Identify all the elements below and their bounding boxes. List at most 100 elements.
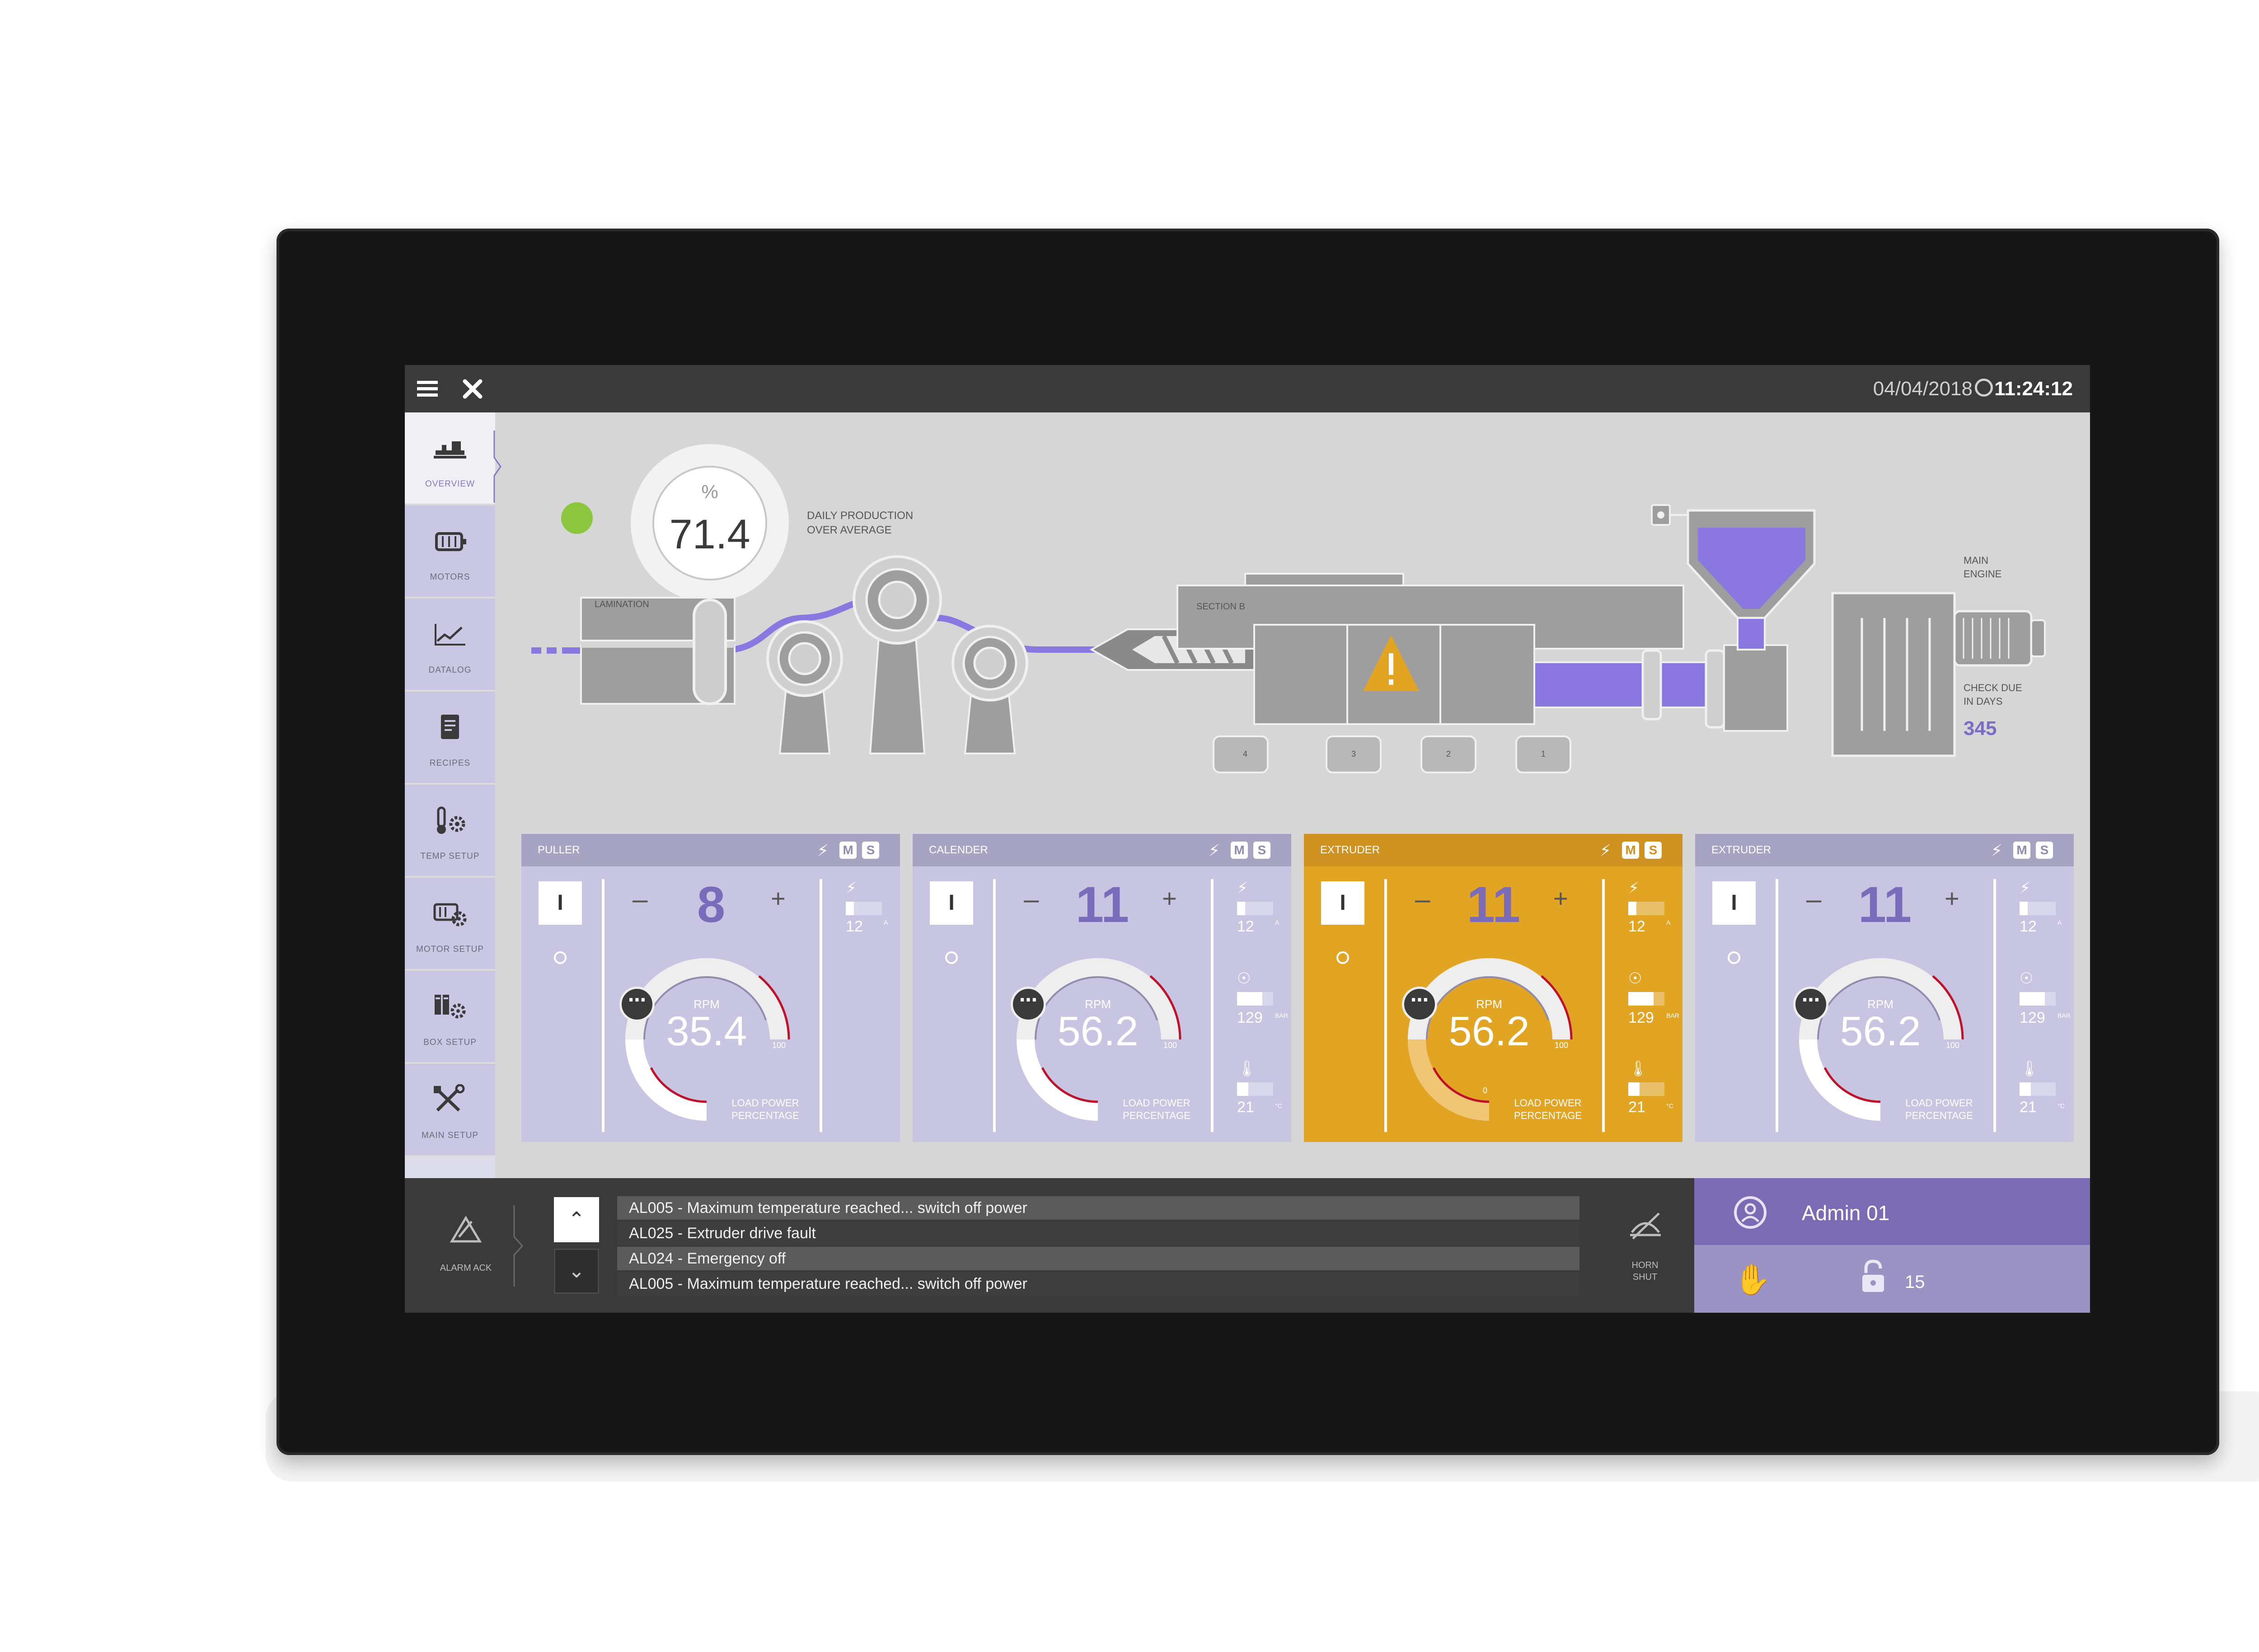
panel-divider (1384, 879, 1387, 1132)
more-options-button[interactable]: ⋯ (619, 987, 655, 1022)
rpm-value: 56.2 (1840, 1008, 1921, 1054)
temp-value: 21 (1628, 1099, 1645, 1116)
heater-zones (1213, 735, 1571, 773)
power-meter-bar (1237, 902, 1273, 915)
thermometer-icon: 🌡 (1628, 1060, 1648, 1077)
pressure-unit: BAR (2057, 1012, 2071, 1019)
pressure-value: 129 (1237, 1009, 1263, 1026)
stop-button[interactable] (1728, 951, 1740, 964)
start-button[interactable]: I (1321, 881, 1364, 925)
manual-mode-button[interactable]: M (1622, 842, 1639, 859)
tools-icon (432, 1082, 468, 1118)
alarm-ack-icon (450, 1216, 482, 1243)
panel-divider (1211, 879, 1214, 1132)
pressure-unit: BAR (1275, 1012, 1288, 1019)
panel-title: EXTRUDER (1711, 844, 1772, 856)
check-due-label-line-1: CHECK DUE (1964, 682, 2022, 693)
decrement-button[interactable]: – (1024, 884, 1039, 915)
start-button[interactable]: I (930, 881, 973, 925)
main-engine (1831, 592, 2046, 757)
setup-mode-button[interactable]: S (1645, 842, 1662, 859)
pressure-value: 129 (2020, 1009, 2045, 1026)
more-options-button[interactable]: ⋯ (1402, 987, 1437, 1022)
alarm-ack-button[interactable]: ALARM ACK (405, 1178, 524, 1313)
sidebar-item-main-setup[interactable]: MAIN SETUP (405, 1064, 495, 1155)
sidebar-item-label: MOTOR SETUP (416, 945, 484, 954)
power-meter-unit: A (884, 919, 888, 926)
heater-zone-1-label: 1 (1541, 749, 1546, 758)
alarm-row[interactable]: AL005 - Maximum temperature reached... s… (617, 1196, 1579, 1220)
more-options-button[interactable]: ⋯ (1011, 987, 1046, 1022)
manual-mode-button[interactable]: M (1231, 842, 1248, 859)
stop-button[interactable] (1336, 951, 1349, 964)
box-gear-icon (432, 989, 468, 1025)
power-meter-value: 12 (1628, 918, 1645, 935)
panel-divider (1993, 879, 1996, 1132)
alarm-scroll-up-button[interactable]: ⌃ (554, 1197, 599, 1242)
power-meter-value: 12 (846, 918, 863, 935)
panel-divider (1602, 879, 1605, 1132)
alarm-row[interactable]: AL024 - Emergency off (617, 1247, 1579, 1270)
lamination-label: LAMINATION (595, 599, 649, 609)
rpm-value: 56.2 (1057, 1008, 1139, 1054)
load-label-line-2: PERCENTAGE (1905, 1110, 1973, 1121)
pressure-icon: ☉ (1628, 970, 1642, 987)
alarm-scroll-down-button[interactable]: ⌄ (554, 1249, 599, 1294)
stop-button[interactable] (554, 951, 567, 964)
increment-button[interactable]: + (1945, 884, 1959, 913)
drive-panel: CALENDER ⚡ M S I –11 + RPM 56.2 100 LOAD POWER PERC… (913, 834, 1291, 1142)
pressure-unit: BAR (1666, 1012, 1679, 1019)
setup-mode-button[interactable]: S (1253, 842, 1270, 859)
sidebar-item-motor-setup[interactable]: MOTOR SETUP (405, 878, 495, 969)
section-b-label: SECTION B (1196, 602, 1245, 612)
start-button[interactable]: I (1712, 881, 1756, 925)
hand-icon[interactable]: ✋ (1734, 1262, 1771, 1297)
rpm-value: 56.2 (1448, 1008, 1530, 1054)
sidebar-item-label: BOX SETUP (423, 1038, 477, 1047)
power-meter-unit: A (1275, 919, 1279, 926)
decrement-button[interactable]: – (1806, 884, 1821, 915)
decrement-button[interactable]: – (633, 884, 647, 915)
sidebar-item-box-setup[interactable]: BOX SETUP (405, 971, 495, 1062)
pressure-meter-bar (1628, 992, 1664, 1006)
panel-header: EXTRUDER ⚡ M S (1304, 834, 1683, 866)
temp-value: 21 (1237, 1099, 1254, 1116)
temp-meter-bar (2020, 1082, 2056, 1096)
user-account-button[interactable]: Admin 01 (1694, 1178, 2090, 1245)
alarm-row[interactable]: AL025 - Extruder drive fault (617, 1221, 1579, 1245)
stop-button[interactable] (945, 951, 958, 964)
pressure-icon: ☉ (1237, 970, 1251, 987)
start-button[interactable]: I (539, 881, 582, 925)
bottom-bar: ALARM ACK ⌃ ⌄ AL005 - Maximum temperatur… (405, 1178, 2090, 1313)
decrement-button[interactable]: – (1415, 884, 1430, 915)
load-power-label: LOAD POWER PERCENTAGE (1116, 1097, 1197, 1122)
setup-mode-button[interactable]: S (2036, 842, 2053, 859)
manual-mode-button[interactable]: M (2013, 842, 2030, 859)
power-icon: ⚡ (1599, 841, 1611, 860)
more-options-button[interactable]: ⋯ (1793, 987, 1828, 1022)
panel-title: CALENDER (929, 844, 988, 856)
main-engine-label-line-1: MAIN (1964, 555, 1988, 566)
panel-header: PULLER ⚡ M S (521, 834, 900, 866)
unlock-icon[interactable] (1861, 1259, 1886, 1294)
setup-mode-button[interactable]: S (862, 842, 879, 859)
horn-mute-icon (1630, 1212, 1661, 1240)
pressure-value: 129 (1628, 1009, 1654, 1026)
speed-setpoint: 11 (1075, 876, 1130, 933)
panel-header: CALENDER ⚡ M S (913, 834, 1291, 866)
increment-button[interactable]: + (1162, 884, 1177, 913)
power-meter-fill (1628, 902, 1636, 915)
gauge-max-label: 100 (772, 1041, 786, 1050)
gauge-max-label: 100 (1555, 1041, 1569, 1050)
increment-button[interactable]: + (771, 884, 786, 913)
alarm-row[interactable]: AL005 - Maximum temperature reached... s… (617, 1272, 1579, 1296)
check-due-label-line-2: IN DAYS (1964, 696, 2003, 707)
calender-rollers (766, 555, 1028, 754)
chevron-down-icon: ⌄ (568, 1260, 585, 1282)
hmi-screen: 04/04/2018 11:24:12 OVERVIEW MOTORS DATA… (405, 365, 2090, 1313)
manual-mode-button[interactable]: M (839, 842, 857, 859)
panel-title: EXTRUDER (1320, 844, 1380, 856)
horn-shut-button[interactable]: HORN SHUT (1598, 1178, 1692, 1313)
heater-zone-2-label: 2 (1446, 749, 1451, 758)
increment-button[interactable]: + (1553, 884, 1568, 913)
